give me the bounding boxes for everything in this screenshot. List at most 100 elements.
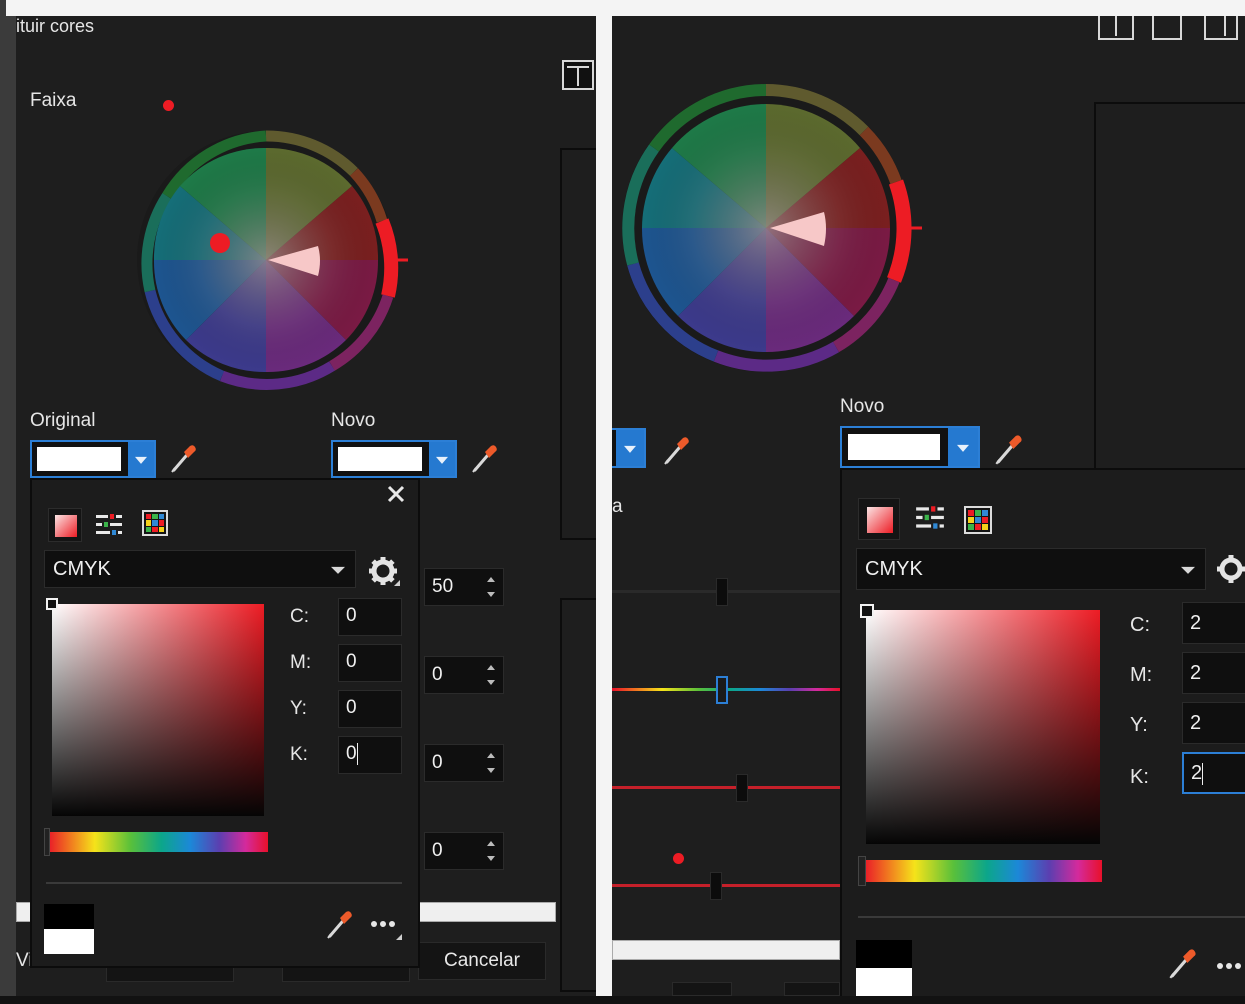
color-model-select[interactable]: CMYK <box>44 550 356 588</box>
palette-icon[interactable] <box>142 510 168 536</box>
spinner-value-1[interactable]: 50 <box>424 568 504 606</box>
red-marker <box>163 100 174 111</box>
preview-box-outline <box>560 148 596 540</box>
gradient-model-icon[interactable] <box>858 498 900 540</box>
layout-split-icon[interactable] <box>562 60 594 90</box>
channel-input-m[interactable]: 0 <box>338 644 402 682</box>
color-wheel[interactable] <box>132 126 412 406</box>
chevron-down-icon[interactable] <box>429 442 455 476</box>
channel-input-m[interactable]: 2 <box>1182 652 1245 694</box>
color-model-value: CMYK <box>865 558 923 580</box>
hidden-button-2[interactable] <box>784 982 840 996</box>
chevron-down-icon[interactable] <box>128 442 154 476</box>
slider-track-4[interactable] <box>612 884 840 887</box>
divider <box>858 916 1245 918</box>
new-label: Novo <box>331 410 376 431</box>
channel-input-k-value: 2 <box>1191 762 1203 784</box>
eyedropper-icon[interactable] <box>660 434 692 466</box>
hue-slider[interactable] <box>862 860 1102 882</box>
channel-label-k: K: <box>290 744 308 765</box>
color-comparison-swatch <box>856 940 912 996</box>
new-color-dropdown[interactable] <box>840 426 980 468</box>
divider <box>46 882 402 884</box>
color-picker-handle[interactable] <box>860 604 874 618</box>
eyedropper-icon[interactable] <box>1166 946 1198 980</box>
spinner-text: 0 <box>432 752 443 773</box>
range-label: Faixa <box>30 90 77 111</box>
eyedropper-icon[interactable] <box>992 432 1024 466</box>
original-color-dropdown[interactable] <box>612 428 646 468</box>
slider-thumb-1[interactable] <box>716 578 728 606</box>
hue-slider[interactable] <box>46 832 268 852</box>
gear-icon[interactable] <box>368 556 402 588</box>
preview-box-outline <box>1094 102 1245 496</box>
color-picker-popup: CMYK C: 0 M: 0 Y: 0 K: 0 <box>30 478 420 968</box>
spinner-text: 0 <box>432 664 443 685</box>
layout-split-icon[interactable] <box>1098 16 1134 40</box>
preview-box-outline-lower <box>560 598 596 992</box>
chevron-down-icon[interactable] <box>616 430 644 466</box>
original-label: Original <box>30 410 96 431</box>
slider-thumb-3[interactable] <box>736 774 748 802</box>
channel-label-y: Y: <box>290 698 307 719</box>
hue-slider-handle[interactable] <box>858 856 866 886</box>
layout-columns-icon[interactable] <box>1204 16 1238 40</box>
left-dialog-panel: ituir cores Faixa Original Novo 50 0 0 0… <box>16 16 596 996</box>
gear-icon[interactable] <box>1216 554 1245 586</box>
hue-slider-thumb[interactable] <box>716 676 728 704</box>
more-icon[interactable] <box>1216 958 1245 978</box>
channel-input-c[interactable]: 2 <box>1182 602 1245 644</box>
color-picker-handle[interactable] <box>46 598 58 610</box>
channel-label-y: Y: <box>1130 714 1148 736</box>
more-icon[interactable] <box>370 918 404 942</box>
channel-input-y[interactable]: 0 <box>338 690 402 728</box>
sliders-icon[interactable] <box>94 510 124 540</box>
color-model-select[interactable]: CMYK <box>856 548 1206 590</box>
middle-divider <box>596 0 612 1004</box>
chevron-down-icon[interactable] <box>948 428 978 466</box>
palette-icon[interactable] <box>964 506 992 534</box>
eyedropper-icon[interactable] <box>469 442 499 474</box>
spinner-value-4[interactable]: 0 <box>424 832 504 870</box>
saturation-value-square[interactable] <box>52 604 264 816</box>
dialog-title: ituir cores <box>16 16 95 36</box>
hidden-button-1[interactable] <box>672 982 732 996</box>
channel-label-c: C: <box>290 606 309 627</box>
spinner-value-3[interactable]: 0 <box>424 744 504 782</box>
eyedropper-icon[interactable] <box>324 908 354 940</box>
top-border <box>6 0 1245 16</box>
red-marker <box>673 853 684 864</box>
sliders-icon[interactable] <box>914 502 946 534</box>
channel-label-m: M: <box>290 652 312 673</box>
channel-input-y[interactable]: 2 <box>1182 702 1245 744</box>
original-color-dropdown[interactable] <box>30 440 156 478</box>
saturation-value-square[interactable] <box>866 610 1100 844</box>
color-comparison-swatch <box>44 904 94 954</box>
new-label: Novo <box>840 396 885 417</box>
new-color-swatch <box>848 434 940 460</box>
spinner-text: 50 <box>432 576 454 597</box>
right-dialog-panel: Novo a CMYK C: 2 M: 2 Y: 2 K: 2 <box>612 16 1245 996</box>
original-color-swatch <box>37 447 121 471</box>
gradient-model-icon[interactable] <box>48 508 82 542</box>
spinner-text: 0 <box>432 840 443 861</box>
hue-slider-handle[interactable] <box>44 828 50 856</box>
close-icon[interactable] <box>386 484 406 504</box>
channel-input-c[interactable]: 0 <box>338 598 402 636</box>
channel-input-k[interactable]: 0 <box>338 736 402 774</box>
color-model-value: CMYK <box>53 558 111 580</box>
bottom-dark-border <box>0 996 1245 1004</box>
color-picker-popup: CMYK C: 2 M: 2 Y: 2 K: 2 <box>840 468 1245 996</box>
layout-single-icon[interactable] <box>1152 16 1182 40</box>
channel-label-c: C: <box>1130 614 1150 636</box>
slider-thumb-4[interactable] <box>710 872 722 900</box>
channel-input-k[interactable]: 2 <box>1182 752 1245 794</box>
color-wheel[interactable] <box>620 80 930 380</box>
channel-label-m: M: <box>1130 664 1153 686</box>
spinner-value-2[interactable]: 0 <box>424 656 504 694</box>
channel-label-k: K: <box>1130 766 1149 788</box>
new-color-dropdown[interactable] <box>331 440 457 478</box>
slider-track-3[interactable] <box>612 786 840 789</box>
cancel-button[interactable]: Cancelar <box>418 942 546 980</box>
eyedropper-icon[interactable] <box>168 442 198 474</box>
